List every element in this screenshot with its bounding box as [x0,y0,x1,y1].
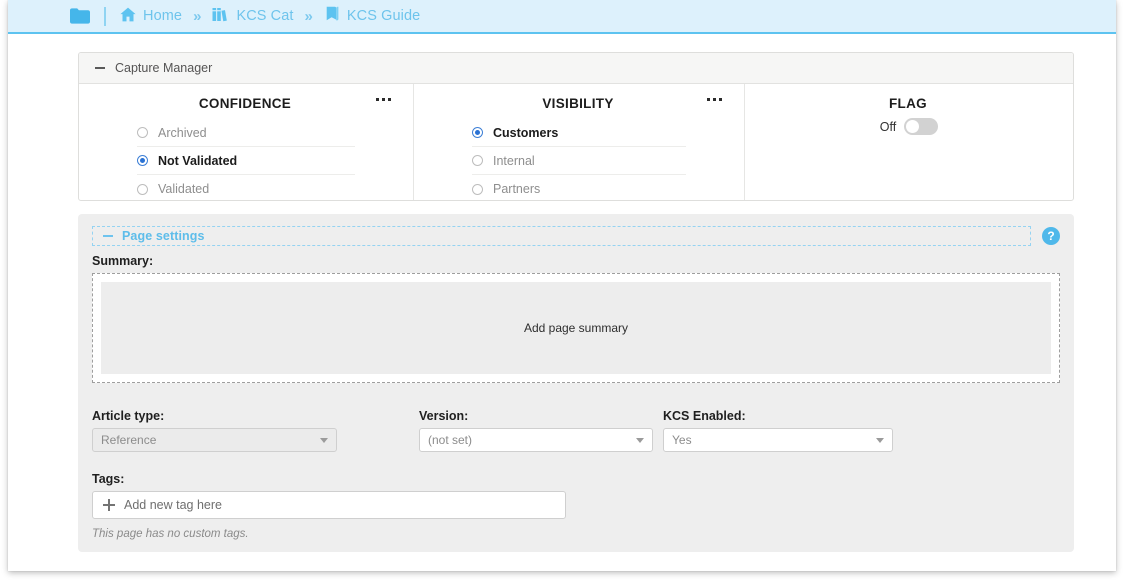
capture-manager-body: CONFIDENCE Archived Not Validated Valida… [79,84,1073,200]
page-settings-title: Page settings [122,229,205,243]
radio-label: Partners [493,182,541,196]
capture-manager-header[interactable]: Capture Manager [79,53,1073,84]
flag-toggle-group: Off [745,118,1073,135]
summary-dropzone: Add page summary [92,273,1060,383]
radio-icon-selected [472,127,483,138]
confidence-overflow-menu-icon[interactable] [376,98,391,101]
radio-option-internal[interactable]: Internal [472,147,686,175]
visibility-options: Customers Internal Partners [414,119,744,200]
radio-option-customers[interactable]: Customers [472,119,686,147]
toggle-knob [906,120,920,133]
radio-label: Validated [158,182,210,196]
page-frame: Home » KCS Cat » KCS Guide Capture Manag… [8,0,1116,571]
flag-state-label: Off [879,119,897,134]
kcs-enabled-select[interactable]: Yes [663,428,893,452]
radio-label: Not Validated [158,153,238,168]
visibility-title: VISIBILITY [542,96,614,111]
version-select[interactable]: (not set) [419,428,653,452]
help-icon[interactable]: ? [1042,227,1060,245]
page-settings-header[interactable]: Page settings [92,226,1031,246]
version-label: Version: [419,409,469,423]
books-icon [212,7,229,26]
article-type-field: Article type: Reference [92,401,337,452]
radio-option-not-validated[interactable]: Not Validated [137,147,355,175]
radio-label: Customers [493,125,559,140]
radio-icon [472,183,483,195]
breadcrumb-divider [104,6,106,26]
radio-option-validated[interactable]: Validated [137,175,355,200]
visibility-column: VISIBILITY Customers Internal Partners [413,84,744,200]
tags-empty-note: This page has no custom tags. [92,528,249,540]
radio-icon [137,183,148,195]
kcs-enabled-value: Yes [672,433,692,447]
version-value: (not set) [428,433,473,447]
confidence-column: CONFIDENCE Archived Not Validated Valida… [79,84,413,200]
chevron-down-icon [320,437,328,443]
app-root: Home » KCS Cat » KCS Guide Capture Manag… [0,0,1124,583]
chevron-down-icon [876,437,884,443]
flag-toggle[interactable] [904,118,939,135]
breadcrumb-item-kcs-guide[interactable]: KCS Guide [324,6,420,26]
radio-option-archived[interactable]: Archived [137,119,355,147]
breadcrumb: Home » KCS Cat » KCS Guide [8,0,1116,34]
breadcrumb-label-kcs-cat: KCS Cat [236,8,294,24]
page-settings-panel: Page settings ? Summary: Add page summar… [78,214,1074,552]
capture-manager-title: Capture Manager [115,61,213,75]
radio-label: Internal [493,153,535,168]
tags-label: Tags: [92,472,125,486]
flag-column: FLAG Off [744,84,1073,200]
breadcrumb-separator-1: » [193,7,202,25]
breadcrumb-item-kcs-cat[interactable]: KCS Cat [212,7,293,26]
book-icon [324,6,340,26]
folder-icon[interactable] [70,8,90,24]
add-tag-input[interactable]: Add new tag here [92,491,566,519]
breadcrumb-label-home: Home [143,8,183,24]
version-field: Version: (not set) [419,401,653,452]
add-tag-placeholder: Add new tag here [124,498,222,512]
settings-fields-row: Article type: Reference Version: (not se… [92,401,1060,452]
home-icon [120,7,136,26]
kcs-enabled-field: KCS Enabled: Yes [663,401,893,452]
capture-manager-panel: Capture Manager CONFIDENCE Archived Not … [78,52,1074,201]
chevron-down-icon [636,437,644,443]
article-type-label: Article type: [92,409,165,423]
plus-icon [103,499,115,511]
breadcrumb-separator-2: » [304,7,313,25]
radio-option-partners[interactable]: Partners [472,175,686,200]
radio-icon-selected [137,155,148,166]
breadcrumb-label-kcs-guide: KCS Guide [346,8,421,24]
confidence-options: Archived Not Validated Validated [79,119,413,200]
article-type-select[interactable]: Reference [92,428,337,452]
article-type-value: Reference [101,433,157,447]
summary-label: Summary: [92,254,154,268]
radio-icon [137,127,148,138]
confidence-title: CONFIDENCE [198,96,292,111]
summary-editor[interactable]: Add page summary [101,282,1051,374]
breadcrumb-item-home[interactable]: Home [120,7,182,26]
radio-icon [472,155,483,166]
kcs-enabled-label: KCS Enabled: [663,409,746,423]
minus-icon[interactable] [103,235,113,237]
flag-title: FLAG [889,96,927,111]
radio-label: Archived [158,125,207,140]
visibility-overflow-menu-icon[interactable] [707,98,722,101]
minus-icon[interactable] [95,67,105,69]
